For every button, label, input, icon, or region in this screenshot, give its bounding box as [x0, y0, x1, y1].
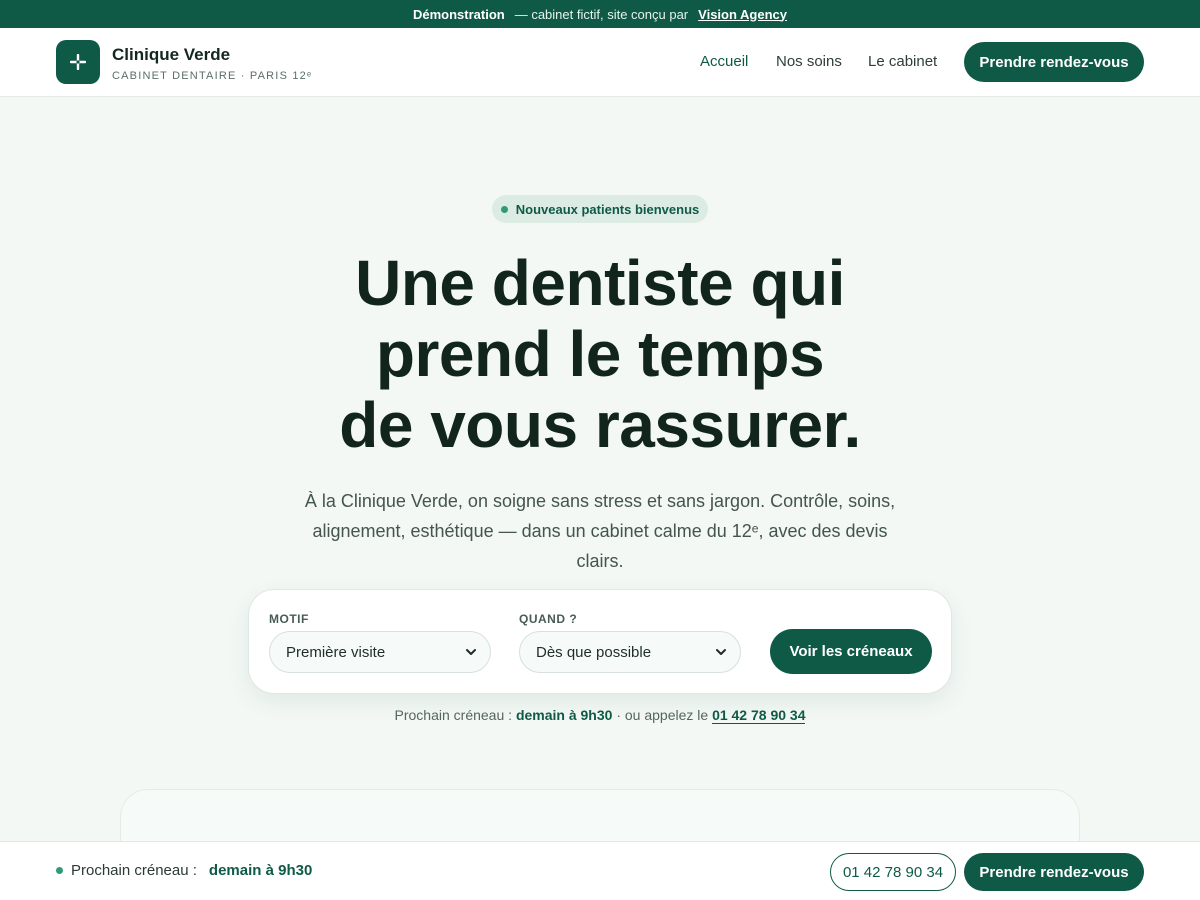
book-appointment-button[interactable]: Prendre rendez-vous	[964, 42, 1144, 82]
bottom-slot-time: demain à 9h30	[208, 862, 313, 879]
hero-title: Une dentiste qui prend le temps de vous …	[200, 248, 1000, 461]
call-phone-button[interactable]: 01 42 78 90 34	[830, 853, 956, 891]
hero-description: À la Clinique Verde, on soigne sans stre…	[304, 491, 896, 571]
bottom-slot-prefix: Prochain créneau :	[71, 862, 197, 879]
cross-plus-icon	[70, 54, 86, 70]
motif-select[interactable]: Première visite	[269, 631, 491, 673]
demo-banner: Démonstration — cabinet fictif, site con…	[0, 0, 1200, 28]
nav-item-le-cabinet[interactable]: Le cabinet	[868, 53, 937, 70]
hero-title-line: de vous rassurer.	[339, 389, 861, 461]
logo[interactable]	[56, 40, 100, 84]
nav-item-nos-soins[interactable]: Nos soins	[776, 53, 842, 70]
agency-link[interactable]: Vision Agency	[698, 7, 787, 22]
chevron-down-icon	[716, 649, 726, 655]
quand-select[interactable]: Dès que possible	[519, 631, 741, 673]
next-slot-time: demain à 9h30	[515, 707, 613, 723]
sticky-bottom-bar: Prochain créneau : demain à 9h30 01 42 7…	[0, 841, 1200, 900]
demo-label: Démonstration	[412, 6, 505, 22]
motif-label: MOTIF	[269, 612, 309, 626]
next-slot-info: Prochain créneau : demain à 9h30 · ou ap…	[0, 707, 1200, 724]
next-slot-middle: · ou appelez le	[616, 707, 709, 723]
phone-link[interactable]: 01 42 78 90 34	[712, 707, 806, 724]
hero-title-line: prend le temps	[375, 318, 825, 390]
booking-form: MOTIF Première visite QUAND ? Dès que po…	[248, 589, 952, 694]
quand-label: QUAND ?	[519, 612, 578, 626]
badge-label: Nouveaux patients bienvenus	[515, 201, 700, 217]
site-header: Clinique Verde CABINET DENTAIRE · PARIS …	[0, 28, 1200, 97]
next-slot-prefix: Prochain créneau :	[394, 707, 513, 723]
brand-name[interactable]: Clinique Verde	[112, 45, 230, 65]
quand-value: Dès que possible	[536, 643, 652, 661]
motif-value: Première visite	[286, 643, 386, 661]
nav-item-accueil[interactable]: Accueil	[700, 53, 748, 70]
brand-subtitle: CABINET DENTAIRE · PARIS 12ᵉ	[112, 70, 313, 82]
chevron-down-icon	[466, 649, 476, 655]
demo-text: — cabinet fictif, site conçu par	[514, 6, 689, 22]
bottom-next-slot: Prochain créneau : demain à 9h30	[56, 862, 312, 879]
status-dot-icon	[56, 867, 63, 874]
status-dot-icon	[500, 205, 508, 213]
see-slots-button[interactable]: Voir les créneaux	[770, 629, 932, 674]
bottom-book-appointment-button[interactable]: Prendre rendez-vous	[964, 853, 1144, 891]
hero-title-line: Une dentiste qui	[355, 247, 845, 319]
new-patients-badge: Nouveaux patients bienvenus	[492, 195, 708, 223]
